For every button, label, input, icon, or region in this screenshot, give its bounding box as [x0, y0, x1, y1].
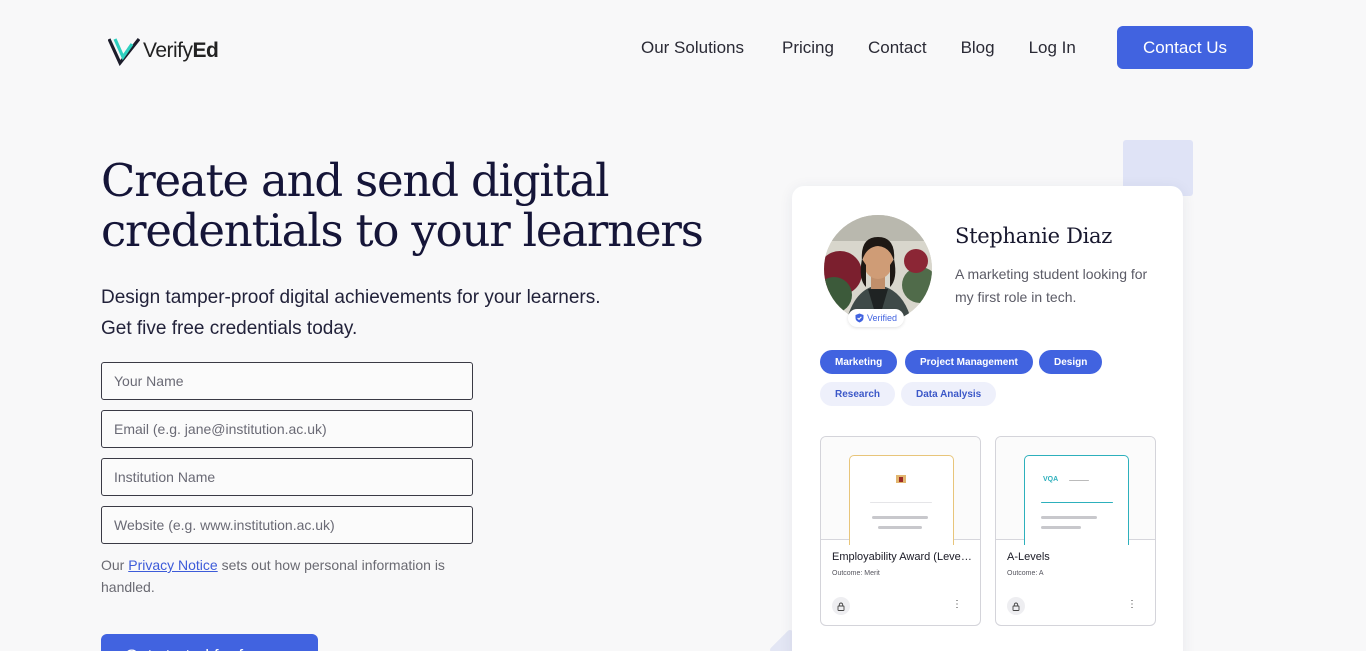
- tag-research[interactable]: Research: [820, 382, 896, 406]
- profile-bio: A marketing student looking for my first…: [955, 266, 1148, 305]
- lock-icon[interactable]: [832, 597, 850, 615]
- contact-us-button[interactable]: Contact Us: [1117, 26, 1253, 69]
- email-field[interactable]: [101, 410, 473, 448]
- tag-design[interactable]: Design: [1039, 350, 1103, 374]
- vqa-logo-text: VQA: [1043, 476, 1059, 483]
- hero-subtitle-line-1: Design tamper-proof digital achievements…: [101, 287, 601, 308]
- website-field[interactable]: [101, 506, 473, 544]
- avatar-photo: [824, 215, 932, 323]
- nav-our-solutions[interactable]: Our Solutions: [641, 38, 744, 58]
- certificate-thumbnail: VQA: [1024, 455, 1129, 545]
- more-options-icon[interactable]: ⋮: [952, 600, 962, 610]
- credential-card[interactable]: Employability Award (Level 3) Outcome: M…: [820, 436, 981, 626]
- hero-subtitle-line-2: Get five free credentials today.: [101, 318, 358, 339]
- credential-outcome: Outcome: A: [1007, 570, 1044, 577]
- institution-field[interactable]: [101, 458, 473, 496]
- verified-label: Verified: [867, 313, 898, 323]
- hero-subtitle: Design tamper-proof digital achievements…: [101, 282, 701, 344]
- tag-marketing[interactable]: Marketing: [820, 350, 898, 374]
- profile-name: Stephanie Diaz: [955, 224, 1113, 248]
- more-options-icon[interactable]: ⋮: [1127, 600, 1137, 610]
- hero-title-line-2: credentials to your learners: [101, 204, 704, 257]
- credential-preview: [821, 437, 980, 545]
- tag-data-analysis[interactable]: Data Analysis: [901, 382, 997, 406]
- tag-project-management[interactable]: Project Management: [905, 350, 1033, 374]
- credential-title: Employability Award (Level 3): [832, 551, 974, 563]
- logo-check-icon: [108, 38, 140, 66]
- hero-title: Create and send digital credentials to y…: [101, 156, 721, 256]
- verified-badge: Verified: [848, 309, 905, 327]
- nav-contact[interactable]: Contact: [868, 38, 927, 58]
- main-nav: Our Solutions Pricing Contact Blog Log I…: [641, 26, 1076, 69]
- credential-preview: VQA: [996, 437, 1155, 545]
- get-started-button[interactable]: Get started for free: [101, 634, 318, 651]
- crest-icon: [896, 475, 906, 483]
- nav-blog[interactable]: Blog: [961, 38, 995, 58]
- name-field[interactable]: [101, 362, 473, 400]
- avatar: [824, 215, 932, 323]
- privacy-text: Our Privacy Notice sets out how personal…: [101, 557, 445, 595]
- profile-card: Verified Stephanie Diaz A marketing stud…: [792, 186, 1183, 651]
- verifyed-logo[interactable]: VerifyEd: [108, 36, 219, 66]
- logo-text: VerifyEd: [143, 39, 219, 62]
- nav-pricing[interactable]: Pricing: [782, 38, 834, 58]
- shield-check-icon: [855, 313, 864, 323]
- credential-card[interactable]: VQA A-Levels Outcome: A ⋮: [995, 436, 1156, 626]
- credential-outcome: Outcome: Merit: [832, 570, 880, 577]
- hero-title-line-1: Create and send digital: [101, 154, 609, 207]
- certificate-thumbnail: [849, 455, 954, 545]
- nav-log-in[interactable]: Log In: [1029, 38, 1076, 58]
- lock-icon[interactable]: [1007, 597, 1025, 615]
- credential-title: A-Levels: [1007, 551, 1050, 563]
- privacy-notice-link[interactable]: Privacy Notice: [128, 557, 217, 573]
